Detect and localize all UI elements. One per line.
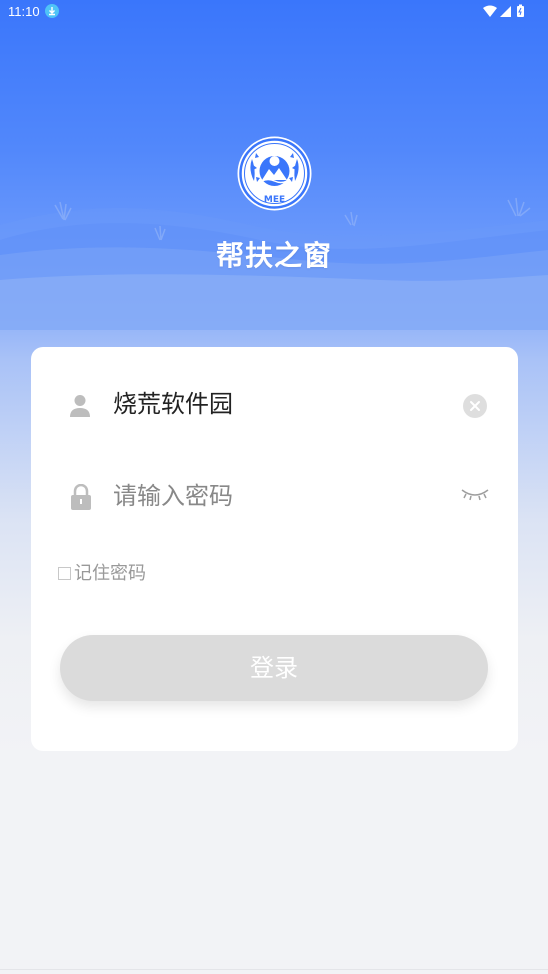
app-title: 帮扶之窗 [215,239,332,272]
user-icon [70,395,90,417]
status-time: 11:10 [8,4,40,19]
password-row [31,467,518,527]
wifi-icon [483,5,497,17]
eye-closed-icon[interactable] [460,487,490,503]
clear-icon[interactable] [463,394,487,418]
remember-checkbox[interactable] [58,567,71,580]
download-icon [45,4,59,18]
logo-text: MEE [264,195,285,205]
lock-icon [71,484,91,510]
battery-icon [517,4,524,17]
mee-logo: MEE [237,136,312,211]
status-bar: 11:10 [0,0,548,24]
system-status-icons [483,4,524,17]
username-row: 烧荒软件园 [31,375,518,435]
username-field[interactable]: 烧荒软件园 [113,387,233,421]
signal-icon [500,6,511,17]
navigation-bar-divider [0,969,548,970]
password-input[interactable] [113,479,443,513]
login-button[interactable]: 登录 [60,635,488,701]
login-card: 烧荒软件园 记住密码 登录 [31,347,518,751]
remember-label[interactable]: 记住密码 [74,562,146,586]
